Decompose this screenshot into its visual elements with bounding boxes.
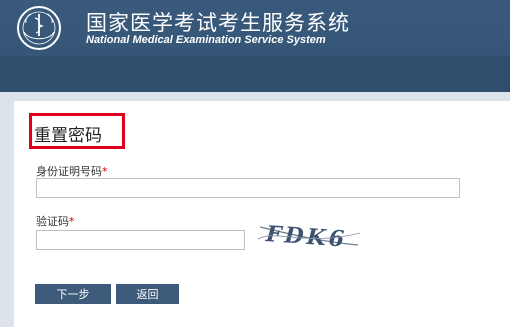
nav-bar <box>0 56 510 92</box>
back-button[interactable]: 返回 <box>116 284 179 304</box>
required-mark: * <box>69 215 75 228</box>
page-title: 重置密码 <box>34 126 102 146</box>
required-mark: * <box>102 165 108 178</box>
next-step-button[interactable]: 下一步 <box>35 284 111 304</box>
medical-exam-logo-icon <box>17 6 61 50</box>
id-number-label: 身份证明号码* <box>36 163 108 179</box>
captcha-label: 验证码* <box>36 213 75 229</box>
id-number-label-text: 身份证明号码 <box>36 165 102 178</box>
captcha-image[interactable]: FDK6 <box>256 219 362 253</box>
site-title-chinese: 国家医学考试考生服务系统 <box>86 11 350 35</box>
captcha-input[interactable] <box>36 230 245 250</box>
site-header: 国家医学考试考生服务系统 National Medical Examinatio… <box>0 0 510 56</box>
id-number-input[interactable] <box>36 178 460 198</box>
site-title-english: National Medical Examination Service Sys… <box>86 34 326 46</box>
captcha-label-text: 验证码 <box>36 215 69 228</box>
